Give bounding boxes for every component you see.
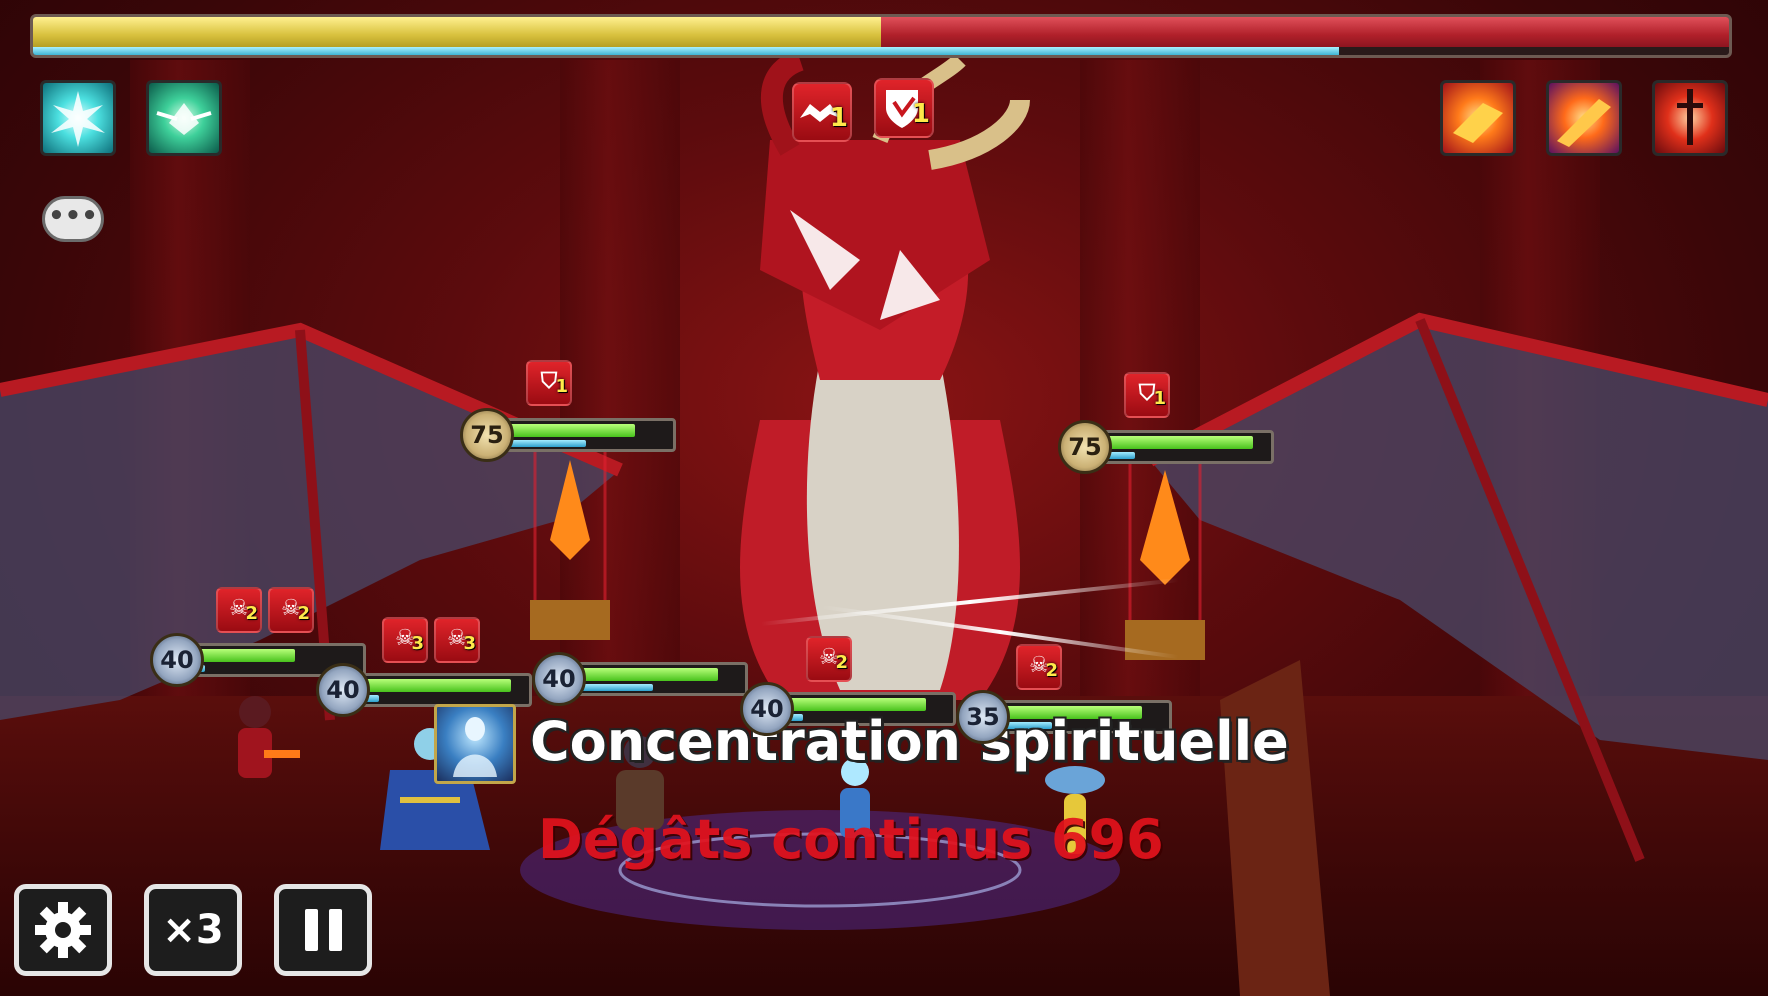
ally-hp-bar <box>356 673 532 707</box>
boss-hp-bar <box>30 14 1732 58</box>
sword-pierce-icon[interactable] <box>1652 80 1728 156</box>
skull-debuff-icon: ☠ 2 <box>216 587 262 633</box>
enemy-hp-bar <box>1098 430 1274 464</box>
bat-debuff-icon: 1 <box>792 82 852 142</box>
enemy-atb-fill <box>507 440 586 447</box>
ally-hp-fill <box>197 649 296 662</box>
chat-button[interactable]: ••• <box>42 196 104 242</box>
enemy-hp-bar <box>500 418 676 452</box>
ally-level-badge: 40 <box>532 652 586 706</box>
ally-atb-fill <box>579 684 653 691</box>
enemy-level-badge: 75 <box>460 408 514 462</box>
debuff-count: 2 <box>297 603 310 624</box>
enemy-hp-fill <box>507 424 635 437</box>
dragon-strike-icon[interactable] <box>1546 80 1622 156</box>
debuff-count: 2 <box>245 603 258 624</box>
debuff-count: 3 <box>411 633 424 654</box>
settings-button[interactable] <box>14 884 112 976</box>
boss-atb-fill <box>33 47 1339 55</box>
skull-debuff-icon: ☠ 2 <box>1016 644 1062 690</box>
ally-hp-fill <box>579 668 719 681</box>
broken-shield-icon: ⛉ 1 <box>526 360 572 406</box>
ally-hp-fill <box>363 679 511 692</box>
skill-portrait-icon <box>434 704 516 784</box>
pause-icon <box>305 909 342 951</box>
winged-emblem-icon[interactable] <box>146 80 222 156</box>
ally-level-badge: 40 <box>740 682 794 736</box>
boss-hp-lost <box>881 17 1729 47</box>
skill-name-text: Concentration spirituelle <box>530 710 1289 773</box>
skull-debuff-icon: ☠ 2 <box>806 636 852 682</box>
broken-shield-icon: ⛉ 1 <box>1124 372 1170 418</box>
enemy-level-badge: 75 <box>1058 420 1112 474</box>
dragon-breath-icon[interactable] <box>1440 80 1516 156</box>
skull-debuff-icon: ☠ 3 <box>382 617 428 663</box>
enemy-hp-fill <box>1105 436 1253 449</box>
broken-shield-icon: 1 <box>874 78 934 138</box>
speed-button[interactable]: ×3 <box>144 884 242 976</box>
boss-hp-fill <box>33 17 881 47</box>
debuff-count: 1 <box>1153 388 1166 409</box>
debuff-count: 1 <box>911 99 930 129</box>
continuous-damage-text: Dégâts continus 696 <box>538 808 1164 871</box>
ally-level-badge: 40 <box>316 663 370 717</box>
ally-hp-bar <box>572 662 748 696</box>
debuff-count: 1 <box>829 103 848 133</box>
chat-icon: ••• <box>48 201 98 231</box>
debuff-count: 2 <box>835 652 848 673</box>
ally-level-badge: 40 <box>150 633 204 687</box>
debuff-count: 1 <box>555 376 568 397</box>
pause-button[interactable] <box>274 884 372 976</box>
lightning-burst-icon[interactable] <box>40 80 116 156</box>
debuff-count: 2 <box>1045 660 1058 681</box>
skull-debuff-icon: ☠ 2 <box>268 587 314 633</box>
debuff-count: 3 <box>463 633 476 654</box>
speed-label: ×3 <box>162 907 224 953</box>
gear-icon <box>35 902 91 958</box>
skull-debuff-icon: ☠ 3 <box>434 617 480 663</box>
ally-level-badge: 35 <box>956 690 1010 744</box>
ally-character <box>238 696 300 778</box>
